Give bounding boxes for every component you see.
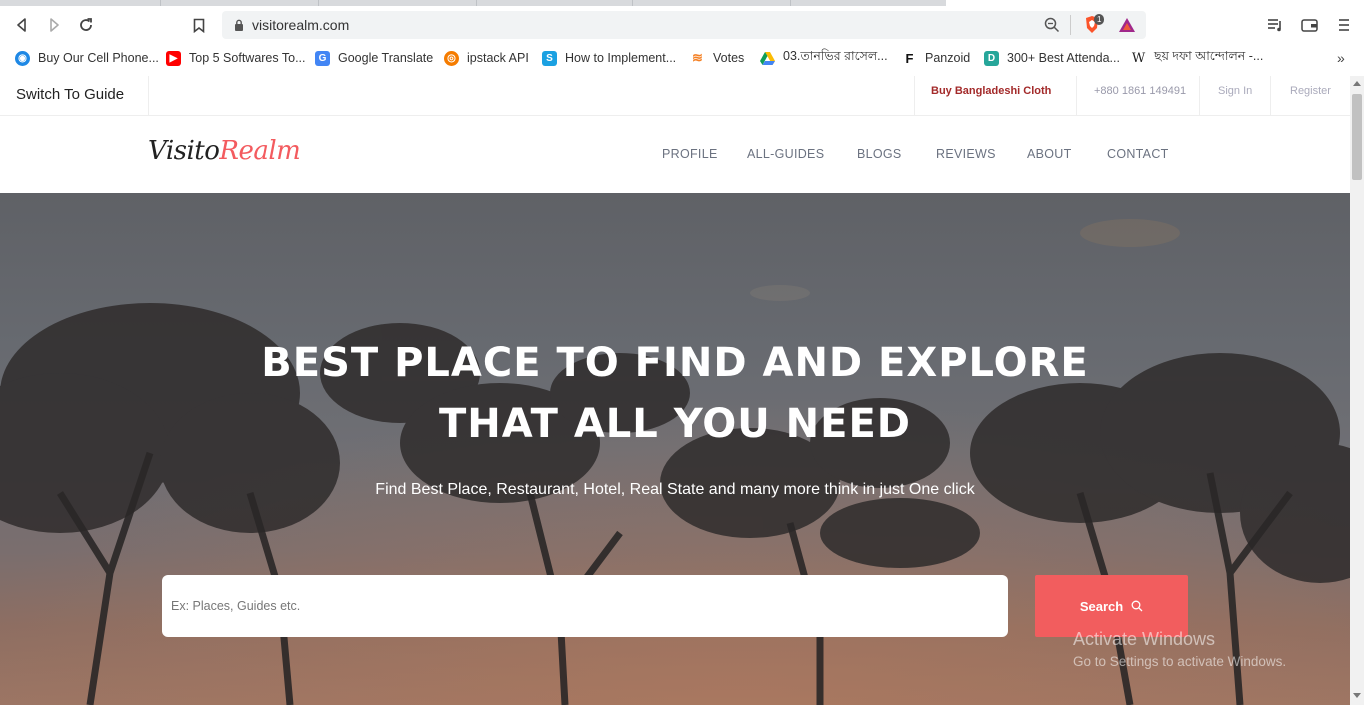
brave-shield-icon[interactable]: 1 <box>1084 14 1105 35</box>
switch-to-guide-link[interactable]: Switch To Guide <box>16 86 124 103</box>
bookmark-item[interactable]: F Panzoid <box>902 48 971 68</box>
bookmark-item[interactable]: D 300+ Best Attenda... <box>984 48 1120 68</box>
activation-watermark-text: Go to Settings to activate Windows. <box>1073 654 1287 669</box>
hero-title: BEST PLACE TO FIND AND EXPLORE THAT ALL … <box>0 333 1350 455</box>
address-bar[interactable]: visitorealm.com 1 <box>222 11 1146 39</box>
scroll-up-icon[interactable] <box>1353 81 1361 86</box>
d-icon: D <box>984 50 999 66</box>
wallet-icon[interactable] <box>1298 14 1320 36</box>
nav-about[interactable]: ABOUT <box>1027 147 1072 161</box>
hero-title-line-2: THAT ALL YOU NEED <box>439 401 911 447</box>
brave-rewards-icon[interactable] <box>1118 17 1136 33</box>
bookmark-label: Panzoid <box>925 51 971 65</box>
browser-chrome: visitorealm.com 1 ◉ Buy Our Cell Phone..… <box>0 0 1364 76</box>
divider <box>1199 76 1200 116</box>
bookmark-item[interactable]: W ছয় দফা আন্দোলন -... <box>1131 48 1264 68</box>
url-text[interactable]: visitorealm.com <box>252 17 349 33</box>
drive-icon <box>760 51 775 66</box>
bookmarks-bar: ◉ Buy Our Cell Phone... ▶ Top 5 Software… <box>0 46 1364 70</box>
globe-icon: ◉ <box>15 50 30 66</box>
divider <box>148 76 149 116</box>
nav-profile[interactable]: PROFILE <box>662 147 718 161</box>
forward-icon[interactable] <box>43 14 65 36</box>
lock-icon <box>235 19 243 31</box>
activation-watermark-title: Activate Windows <box>1073 629 1216 649</box>
hero-subtitle: Find Best Place, Restaurant, Hotel, Real… <box>375 481 975 498</box>
s-icon: S <box>542 50 557 66</box>
page: Switch To Guide Buy Bangladeshi Cloth +8… <box>0 76 1350 705</box>
bookmark-item[interactable]: ▶ Top 5 Softwares To... <box>166 48 306 68</box>
search-icon <box>1131 600 1143 612</box>
shield-badge: 1 <box>1094 14 1105 25</box>
bookmark-icon[interactable] <box>188 14 210 36</box>
back-icon[interactable] <box>11 14 33 36</box>
bookmark-label: 300+ Best Attenda... <box>1007 51 1120 65</box>
bookmark-label: Votes <box>713 51 745 65</box>
more-bookmarks-icon[interactable]: » <box>1337 48 1345 68</box>
zoom-icon[interactable] <box>1044 17 1060 33</box>
search-input[interactable] <box>162 575 1008 637</box>
bookmark-item[interactable]: 03.তানভির রাসেল... <box>760 48 888 68</box>
bookmark-item[interactable]: ◎ ipstack API <box>444 48 529 68</box>
logo-text-dark: Visito <box>148 136 220 166</box>
nav-reviews[interactable]: REVIEWS <box>936 147 996 161</box>
bookmark-item[interactable]: G Google Translate <box>315 48 433 68</box>
top-bar: Switch To Guide Buy Bangladeshi Cloth +8… <box>0 76 1350 116</box>
hero-section: BEST PLACE TO FIND AND EXPLORE THAT ALL … <box>0 193 1350 705</box>
active-tab[interactable] <box>946 0 1364 6</box>
bookmark-label: Buy Our Cell Phone... <box>38 51 159 65</box>
reload-icon[interactable] <box>75 14 97 36</box>
sign-in-link[interactable]: Sign In <box>1218 85 1252 97</box>
panzoid-icon: F <box>905 50 914 66</box>
search-button[interactable]: Search <box>1035 575 1188 637</box>
tab-strip <box>0 0 1364 6</box>
translate-icon: G <box>315 50 330 66</box>
page-scrollbar[interactable] <box>1350 76 1364 705</box>
nav-contact[interactable]: CONTACT <box>1107 147 1169 161</box>
bookmark-item[interactable]: ≋ Votes <box>690 48 744 68</box>
site-logo[interactable]: VisitoRealm <box>148 136 301 166</box>
ipstack-icon: ◎ <box>444 50 459 66</box>
main-navbar: VisitoRealm PROFILE ALL-GUIDES BLOGS REV… <box>0 116 1350 193</box>
stackoverflow-icon: ≋ <box>692 50 703 65</box>
phone-number: +880 1861 149491 <box>1094 85 1187 97</box>
scrollbar-thumb[interactable] <box>1352 94 1362 180</box>
bookmark-label: How to Implement... <box>565 51 677 65</box>
wikipedia-icon: W <box>1131 50 1146 66</box>
divider <box>1270 76 1271 116</box>
browser-toolbar: visitorealm.com 1 <box>0 8 1364 42</box>
register-link[interactable]: Register <box>1290 85 1331 97</box>
hero-title-line-1: BEST PLACE TO FIND AND EXPLORE <box>261 340 1089 386</box>
buy-cloth-link[interactable]: Buy Bangladeshi Cloth <box>931 85 1051 97</box>
bookmark-label: ipstack API <box>467 51 529 65</box>
menu-icon[interactable] <box>1333 14 1355 36</box>
divider <box>914 76 915 116</box>
logo-text-accent: Realm <box>219 136 301 166</box>
bookmark-label: ছয় দফা আন্দোলন -... <box>1154 49 1264 63</box>
search-button-label: Search <box>1079 598 1124 614</box>
scroll-down-icon[interactable] <box>1353 693 1361 698</box>
bookmark-label: Google Translate <box>338 51 434 65</box>
bookmark-label: 03.তানভির রাসেল... <box>783 49 888 63</box>
bookmark-item[interactable]: S How to Implement... <box>542 48 676 68</box>
divider <box>1076 76 1077 116</box>
nav-all-guides[interactable]: ALL-GUIDES <box>747 147 824 161</box>
bookmark-label: Top 5 Softwares To... <box>189 51 306 65</box>
youtube-icon: ▶ <box>166 50 181 66</box>
bookmark-item[interactable]: ◉ Buy Our Cell Phone... <box>15 48 159 68</box>
nav-blogs[interactable]: BLOGS <box>857 147 902 161</box>
playlist-icon[interactable] <box>1264 14 1286 36</box>
